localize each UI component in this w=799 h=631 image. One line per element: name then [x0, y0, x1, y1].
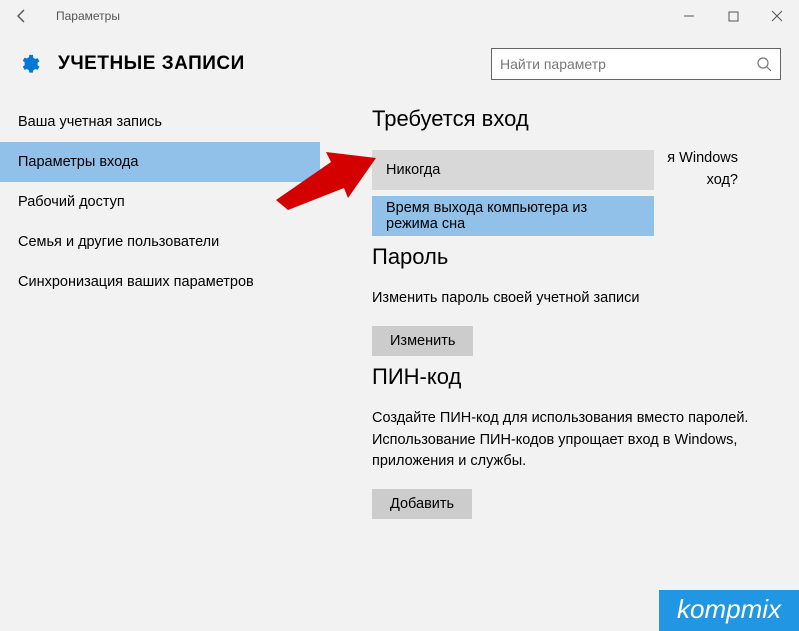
header: УЧЕТНЫЕ ЗАПИСИ Найти параметр — [0, 32, 799, 98]
maximize-button[interactable] — [711, 0, 755, 32]
main-content: Требуется вход я Windows ход? Никогда Вр… — [320, 98, 799, 631]
page-title: УЧЕТНЫЕ ЗАПИСИ — [58, 53, 245, 75]
section-heading-signin: Требуется вход — [372, 106, 775, 132]
change-password-button[interactable]: Изменить — [372, 326, 473, 356]
search-icon — [756, 56, 772, 72]
section-heading-password: Пароль — [372, 244, 775, 270]
window-controls — [667, 0, 799, 32]
cropped-description: я Windows ход? — [650, 148, 738, 192]
back-button[interactable] — [8, 2, 36, 30]
sidebar-item-label: Рабочий доступ — [18, 194, 125, 210]
minimize-button[interactable] — [667, 0, 711, 32]
sidebar-item-account[interactable]: Ваша учетная запись — [0, 102, 320, 142]
sidebar-item-work-access[interactable]: Рабочий доступ — [0, 182, 320, 222]
sidebar-item-label: Параметры входа — [18, 154, 138, 170]
annotation-arrow-icon — [276, 140, 376, 210]
close-icon — [771, 10, 783, 22]
password-description: Изменить пароль своей учетной записи — [372, 288, 775, 310]
search-input[interactable]: Найти параметр — [491, 48, 781, 80]
sidebar-item-label: Семья и другие пользователи — [18, 234, 219, 250]
arrow-left-icon — [14, 8, 30, 24]
sidebar-item-label: Ваша учетная запись — [18, 114, 162, 130]
maximize-icon — [728, 11, 739, 22]
gear-icon — [18, 53, 40, 75]
watermark: kompmix — [659, 590, 799, 631]
sidebar-item-sync[interactable]: Синхронизация ваших параметров — [0, 262, 320, 302]
pin-description: Создайте ПИН-код для использования вмест… — [372, 408, 775, 473]
add-pin-button[interactable]: Добавить — [372, 489, 472, 519]
sidebar-item-signin-options[interactable]: Параметры входа — [0, 142, 320, 182]
dropdown-option-sleep[interactable]: Время выхода компьютера из режима сна — [372, 196, 654, 236]
section-heading-pin: ПИН-код — [372, 364, 775, 390]
minimize-icon — [683, 10, 695, 22]
dropdown-option-never[interactable]: Никогда — [372, 150, 654, 190]
window-title: Параметры — [56, 9, 120, 23]
search-placeholder: Найти параметр — [500, 56, 756, 72]
sidebar-item-family[interactable]: Семья и другие пользователи — [0, 222, 320, 262]
sidebar: Ваша учетная запись Параметры входа Рабо… — [0, 98, 320, 631]
close-button[interactable] — [755, 0, 799, 32]
titlebar: Параметры — [0, 0, 799, 32]
sidebar-item-label: Синхронизация ваших параметров — [18, 274, 254, 290]
